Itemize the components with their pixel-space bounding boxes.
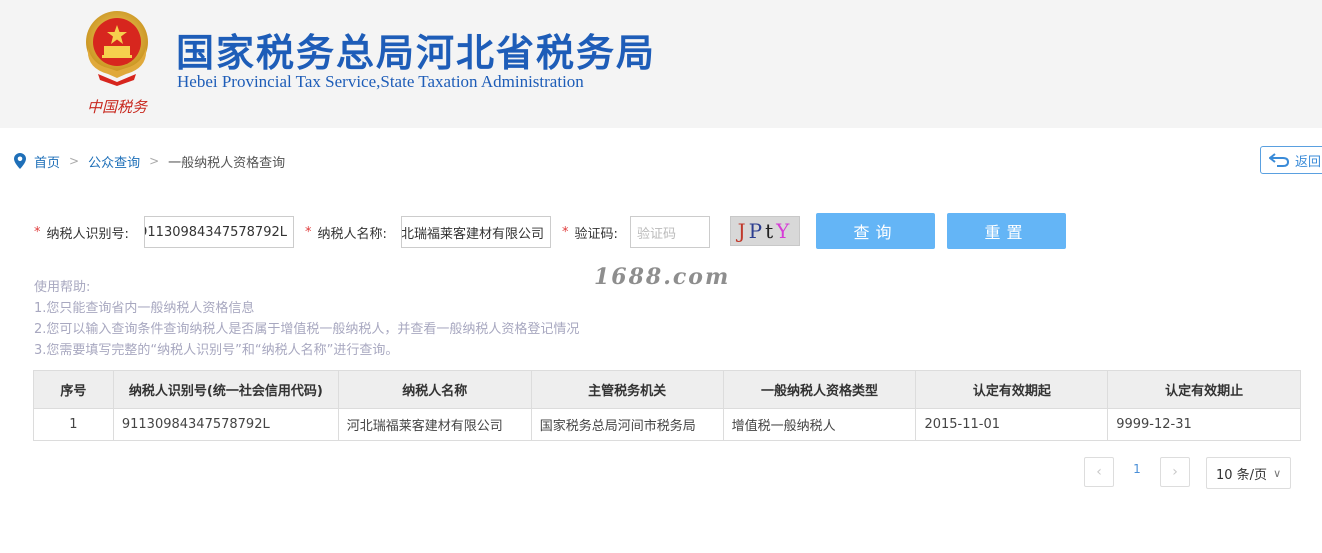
column-header: 一般纳税人资格类型	[722, 370, 917, 409]
captcha-char: t	[765, 219, 777, 243]
table-cell-taxpayer-id: 91130984347578792L	[112, 408, 339, 441]
page-size-select[interactable]: 10 条/页 ∨	[1206, 457, 1291, 489]
prev-page-button[interactable]: ‹	[1084, 457, 1114, 487]
results-table: 序号 纳税人识别号(统一社会信用代码) 纳税人名称 主管税务机关 一般纳税人资格…	[33, 370, 1301, 441]
page-size-value: 10 条/页	[1216, 467, 1268, 483]
required-mark: *	[34, 224, 41, 240]
taxpayer-id-group: * 纳税人识别号:	[34, 216, 129, 248]
help-line: 3.您需要填写完整的“纳税人识别号”和“纳税人名称”进行查询。	[34, 343, 399, 358]
taxpayer-name-value: 河北瑞福莱客建材有限公司	[401, 226, 544, 242]
breadcrumb-separator: >	[69, 154, 80, 168]
next-page-button[interactable]: ›	[1160, 457, 1190, 487]
site-title-chinese: 国家税务总局河北省税务局	[176, 31, 657, 75]
captcha-image[interactable]: JPtY	[730, 216, 800, 246]
table-row: 1 91130984347578792L 河北瑞福莱客建材有限公司 国家税务总局…	[33, 408, 1301, 441]
chevron-down-icon: ∨	[1273, 466, 1282, 480]
reset-button[interactable]: 重置	[947, 213, 1066, 249]
column-header: 认定有效期起	[915, 370, 1109, 409]
table-header-row: 序号 纳税人识别号(统一社会信用代码) 纳税人名称 主管税务机关 一般纳税人资格…	[33, 370, 1301, 409]
captcha-char: J	[737, 219, 749, 243]
column-header: 认定有效期止	[1107, 370, 1301, 409]
help-line: 1.您只能查询省内一般纳税人资格信息	[34, 301, 255, 316]
table-cell-tax-authority: 国家税务总局河间市税务局	[530, 408, 724, 441]
back-button-label: 返回	[1295, 154, 1322, 170]
table-cell-taxpayer-name: 河北瑞福莱客建材有限公司	[337, 408, 532, 441]
taxpayer-name-group: * 纳税人名称:	[305, 216, 387, 248]
site-title-english: Hebei Provincial Tax Service,State Taxat…	[177, 72, 584, 91]
table-cell-valid-to: 9999-12-31	[1107, 408, 1301, 441]
help-line: 2.您可以输入查询条件查询纳税人是否属于增值税一般纳税人，并查看一般纳税人资格登…	[34, 322, 580, 337]
breadcrumb: 首页 > 公众查询 > 一般纳税人资格查询	[14, 150, 285, 172]
taxpayer-id-input[interactable]: 91130984347578792L	[144, 216, 294, 248]
taxpayer-name-label: 纳税人名称:	[317, 226, 387, 242]
breadcrumb-public-query-link[interactable]: 公众查询	[88, 152, 140, 171]
return-arrow-icon	[1269, 153, 1289, 167]
column-header: 序号	[33, 370, 114, 409]
table-cell-qualification-type: 增值税一般纳税人	[722, 408, 917, 441]
back-button[interactable]: 返回	[1260, 146, 1322, 174]
breadcrumb-home-link[interactable]: 首页	[34, 152, 60, 171]
column-header: 主管税务机关	[530, 370, 724, 409]
breadcrumb-current-page: 一般纳税人资格查询	[168, 155, 286, 171]
captcha-char: Y	[776, 219, 793, 243]
column-header: 纳税人识别号(统一社会信用代码)	[112, 370, 339, 409]
watermark-text: 1688.com	[594, 264, 731, 290]
required-mark: *	[562, 224, 569, 240]
taxpayer-id-value: 91130984347578792L	[144, 224, 287, 240]
help-title: 使用帮助:	[34, 280, 91, 295]
taxpayer-name-input[interactable]: 河北瑞福莱客建材有限公司	[401, 216, 551, 248]
captcha-input[interactable]: 验证码	[630, 216, 710, 248]
column-header: 纳税人名称	[337, 370, 532, 409]
location-pin-icon	[14, 153, 26, 169]
query-button[interactable]: 查询	[816, 213, 935, 249]
current-page-number[interactable]: 1	[1128, 462, 1146, 476]
table-cell-index: 1	[33, 408, 114, 441]
captcha-char: P	[748, 219, 766, 243]
breadcrumb-separator: >	[149, 154, 160, 168]
usage-help: 使用帮助: 1.您只能查询省内一般纳税人资格信息 2.您可以输入查询条件查询纳税…	[34, 277, 579, 361]
required-mark: *	[305, 224, 312, 240]
emblem-seal-text: 中国税务	[87, 98, 149, 116]
captcha-label: 验证码:	[574, 226, 618, 242]
site-header: 中国税务 国家税务总局河北省税务局 Hebei Provincial Tax S…	[0, 0, 1322, 128]
taxpayer-id-label: 纳税人识别号:	[46, 226, 129, 242]
national-emblem-logo: 中国税务	[86, 11, 149, 116]
captcha-group: * 验证码:	[562, 216, 618, 248]
table-cell-valid-from: 2015-11-01	[915, 408, 1109, 441]
